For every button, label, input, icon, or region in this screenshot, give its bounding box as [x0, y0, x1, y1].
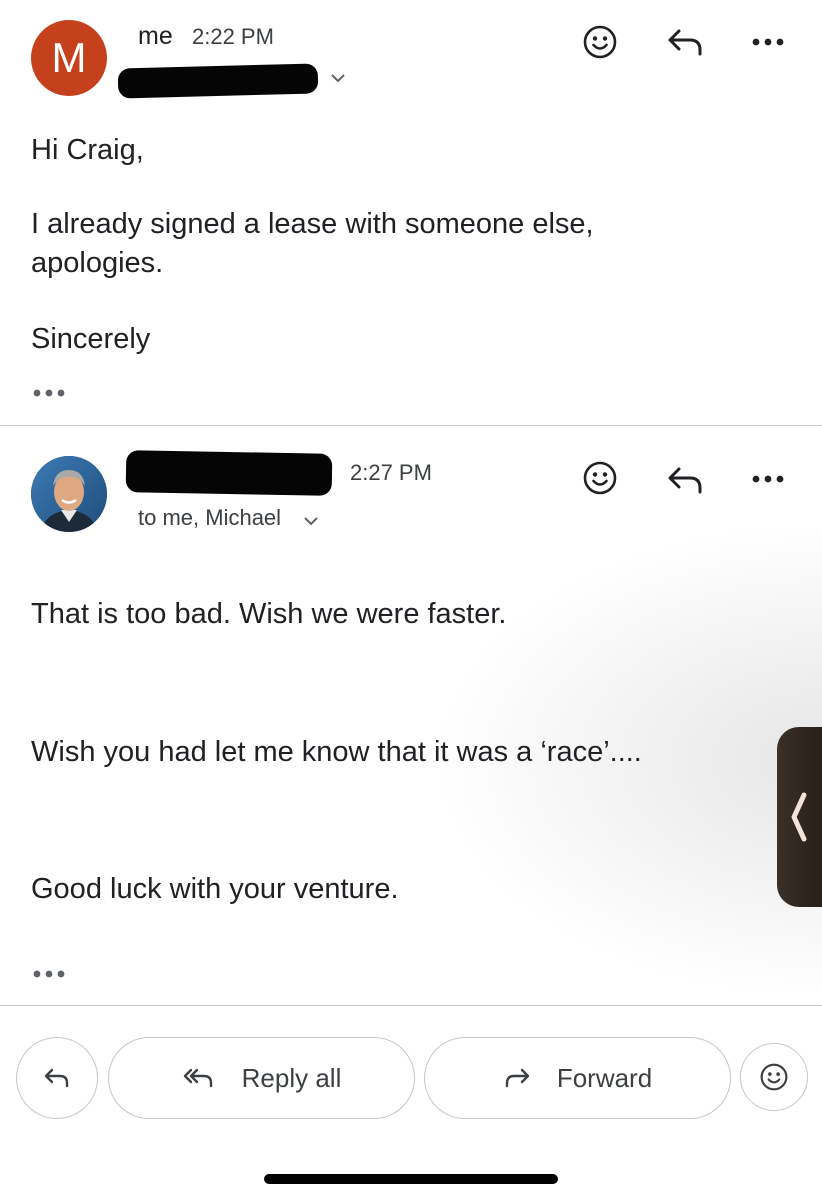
body-line: Good luck with your venture. [31, 873, 399, 905]
home-indicator[interactable] [264, 1174, 558, 1184]
chevron-left-icon [791, 792, 807, 842]
reply-icon[interactable] [664, 24, 706, 60]
show-trimmed-content-icon[interactable] [33, 966, 67, 984]
message-divider [0, 425, 822, 426]
smiley-icon [760, 1063, 788, 1091]
side-panel-handle[interactable] [777, 727, 822, 907]
reply-button[interactable] [16, 1037, 98, 1119]
more-options-icon[interactable] [748, 469, 788, 489]
reply-icon[interactable] [664, 462, 706, 498]
body-line: Hi Craig, [31, 134, 144, 166]
emoji-reaction-button[interactable] [740, 1043, 808, 1111]
chevron-down-icon[interactable] [304, 513, 318, 531]
sender-photo[interactable] [31, 456, 107, 532]
forward-icon [505, 1068, 530, 1088]
message-time: 2:27 PM [350, 460, 432, 485]
emoji-reaction-icon[interactable] [580, 22, 620, 62]
reply-all-label: Reply all [241, 1062, 342, 1093]
redacted-sender [125, 450, 333, 496]
body-line: Sincerely [31, 323, 151, 355]
body-line: apologies. [31, 247, 164, 279]
body-line: That is too bad. Wish we were faster. [31, 598, 507, 630]
body-line: Wish you had let me know that it was a ‘… [31, 736, 642, 768]
sender-name[interactable]: me [138, 22, 173, 51]
forward-button[interactable]: Forward [424, 1037, 731, 1119]
recipients-label[interactable]: to me, Michael [138, 505, 281, 531]
message-time: 2:22 PM [192, 24, 274, 49]
emoji-reaction-icon[interactable] [580, 458, 620, 498]
reply-all-icon [183, 1068, 212, 1088]
show-trimmed-content-icon[interactable] [33, 385, 67, 403]
body-line: I already signed a lease with someone el… [31, 208, 594, 240]
reply-all-button[interactable]: Reply all [108, 1037, 415, 1119]
sender-avatar[interactable]: M [31, 20, 107, 96]
avatar-letter: M [51, 34, 87, 81]
action-bar-divider [0, 1005, 822, 1006]
chevron-down-icon[interactable] [331, 70, 345, 88]
reply-icon [44, 1068, 69, 1088]
redacted-recipient [117, 63, 319, 99]
forward-label: Forward [556, 1062, 653, 1093]
more-options-icon[interactable] [748, 32, 788, 52]
